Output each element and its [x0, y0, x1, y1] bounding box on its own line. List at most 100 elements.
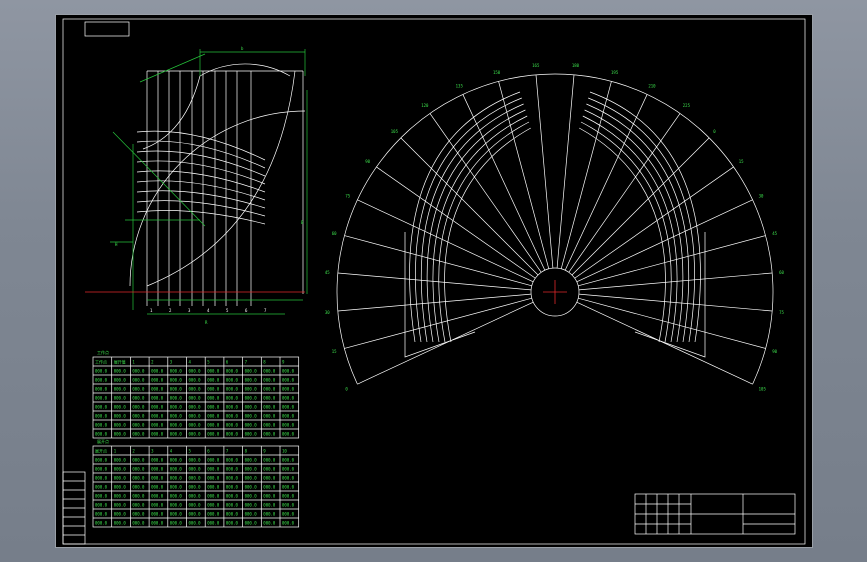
table1-cell: 000.0 — [151, 387, 164, 392]
table1-cell: 000.0 — [151, 423, 164, 428]
table1-cell: 000.0 — [189, 378, 202, 383]
elbow-inner-arc — [199, 63, 291, 77]
elbow-curve-line — [136, 180, 266, 201]
elbow-inner-profile — [142, 75, 201, 150]
table2-cell: 000.0 — [132, 458, 145, 463]
table2-cell: 000.0 — [207, 512, 220, 517]
fan-angle-label: 180 — [572, 63, 580, 68]
table1-cell: 000.0 — [95, 378, 108, 383]
table2-cell: 000.0 — [114, 503, 127, 508]
table1-header-cell: 1 — [132, 360, 135, 365]
table1-cell: 000.0 — [132, 423, 145, 428]
table2-cell: 000.0 — [151, 467, 164, 472]
fan-radial-line — [576, 199, 753, 283]
fan-right-box — [634, 232, 706, 358]
table2-cell: 000.0 — [95, 485, 108, 490]
table2-cell: 000.0 — [263, 494, 276, 499]
table1-cell: 000.0 — [263, 396, 276, 401]
table2-cell: 000.0 — [114, 458, 127, 463]
fan-development-view: 0153045607590105120135150165 180195210225… — [325, 63, 785, 391]
table2-cell: 000.0 — [245, 503, 258, 508]
table1-cell: 000.0 — [132, 432, 145, 437]
table2-header-cell: 4 — [170, 449, 173, 454]
table2-cell: 000.0 — [282, 521, 295, 526]
table2-cell: 000.0 — [207, 476, 220, 481]
table2-cell: 000.0 — [132, 521, 145, 526]
table2-cell: 000.0 — [114, 512, 127, 517]
table1-cell: 000.0 — [170, 369, 183, 374]
table1-cell: 000.0 — [114, 423, 127, 428]
table2-cell: 000.0 — [226, 458, 239, 463]
table1-cell: 000.0 — [207, 432, 220, 437]
table2-cell: 000.0 — [151, 476, 164, 481]
table1-cell: 000.0 — [132, 414, 145, 419]
title-tab — [84, 21, 130, 37]
table2-header-cell: 8 — [245, 449, 248, 454]
table1-cell: 000.0 — [132, 387, 145, 392]
table1-cell: 000.0 — [132, 396, 145, 401]
table2-cell: 000.0 — [282, 512, 295, 517]
table1-cell: 000.0 — [245, 396, 258, 401]
table1-cell: 000.0 — [170, 414, 183, 419]
table2-cell: 000.0 — [170, 476, 183, 481]
table2-header-cell: 7 — [226, 449, 229, 454]
table2-cell: 000.0 — [132, 512, 145, 517]
table1-cell: 000.0 — [114, 432, 127, 437]
table2-cell: 000.0 — [151, 512, 164, 517]
table1-cell: 000.0 — [114, 378, 127, 383]
fan-radial-line — [560, 81, 612, 269]
table2-cell: 000.0 — [114, 521, 127, 526]
table2-cell: 000.0 — [207, 503, 220, 508]
table1-cell: 000.0 — [170, 432, 183, 437]
table1-cell: 000.0 — [226, 387, 239, 392]
table1-header-cell: 4 — [189, 360, 192, 365]
elbow-outer-arc — [129, 110, 306, 287]
table1-cell: 000.0 — [151, 405, 164, 410]
table2-cell: 000.0 — [226, 476, 239, 481]
table1-cell: 000.0 — [170, 405, 183, 410]
table2-cell: 000.0 — [114, 467, 127, 472]
table2-cell: 000.0 — [114, 485, 127, 490]
table1-header-cell: 5 — [207, 360, 210, 365]
fan-radial-line — [578, 235, 766, 287]
fan-angle-label: 0 — [713, 129, 716, 134]
table2-cell: 000.0 — [132, 476, 145, 481]
table2-cell: 000.0 — [132, 485, 145, 490]
dim-top-label: b — [241, 46, 244, 51]
table1-cell: 000.0 — [114, 369, 127, 374]
fan-left-curve — [421, 103, 524, 343]
table2-cell: 000.0 — [245, 485, 258, 490]
fan-angle-label: 195 — [611, 70, 619, 75]
table2-cell: 000.0 — [189, 503, 202, 508]
table1-cell: 000.0 — [189, 369, 202, 374]
table2-cell: 000.0 — [263, 521, 276, 526]
table2-cell: 000.0 — [207, 467, 220, 472]
fan-angle-label: 135 — [456, 83, 464, 88]
table2-cell: 000.0 — [95, 521, 108, 526]
table1-cell: 000.0 — [95, 423, 108, 428]
table1-cell: 000.0 — [151, 414, 164, 419]
table1-cell: 000.0 — [263, 423, 276, 428]
table1-cell: 000.0 — [95, 369, 108, 374]
table2-cell: 000.0 — [189, 512, 202, 517]
column-label: 7 — [264, 308, 267, 313]
table1-cell: 000.0 — [282, 396, 295, 401]
dim-diagonal — [112, 131, 206, 227]
fan-radial-line — [498, 81, 550, 269]
table1-cell: 000.0 — [226, 432, 239, 437]
table2-cell: 000.0 — [263, 476, 276, 481]
table2-cell: 000.0 — [132, 467, 145, 472]
table1-cell: 000.0 — [170, 396, 183, 401]
fan-angle-label: 60 — [779, 270, 784, 275]
dim-left-label: H — [115, 242, 118, 247]
table2-header-cell: 9 — [263, 449, 266, 454]
column-label: 4 — [207, 308, 210, 313]
fan-angle-label: 45 — [325, 270, 330, 275]
fan-angle-label: 105 — [391, 129, 399, 134]
table1-cell: 000.0 — [226, 369, 239, 374]
table1-cell: 000.0 — [245, 369, 258, 374]
table2-cell: 000.0 — [226, 494, 239, 499]
fan-angle-label: 30 — [325, 310, 330, 315]
data-tables: 工作点 展开值 1 2 3 4 5 6 7 8 9000.0 000.0 000.0 000.0 000.0… — [62, 349, 300, 545]
table1-cell: 000.0 — [282, 369, 295, 374]
